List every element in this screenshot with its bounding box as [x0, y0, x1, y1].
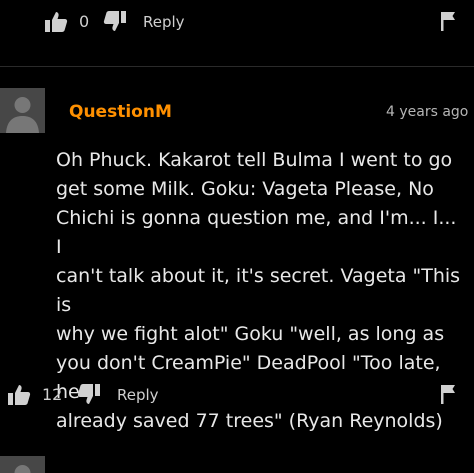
comment-line: already saved 77 trees" (Ryan Reynolds): [56, 410, 443, 432]
comment-line: can't talk about it, it's secret. Vageta…: [56, 265, 461, 316]
thumbs-up-icon[interactable]: [7, 384, 31, 406]
thumbs-up-icon[interactable]: [44, 11, 68, 33]
comment-line: you don't CreamPie" DeadPool "Too late, …: [56, 352, 441, 403]
flag-icon[interactable]: [440, 384, 456, 404]
avatar-placeholder-icon: [0, 88, 45, 133]
comment-line: why we fight alot" Goku "well, as long a…: [56, 323, 445, 345]
comment-username[interactable]: QuestionM: [69, 102, 172, 122]
comment-line: get some Milk. Goku: Vageta Please, No: [56, 178, 434, 200]
next-comment-avatar[interactable]: [0, 456, 45, 473]
like-count: 0: [79, 12, 90, 31]
avatar[interactable]: [0, 88, 45, 133]
avatar-placeholder-icon: [0, 456, 45, 473]
reply-button[interactable]: Reply: [143, 13, 185, 31]
flag-icon[interactable]: [440, 11, 456, 31]
comment-divider: [0, 66, 474, 67]
reply-button[interactable]: Reply: [117, 386, 159, 404]
comment-timestamp: 4 years ago: [386, 104, 469, 120]
thumbs-down-icon[interactable]: [77, 383, 101, 405]
previous-comment-actions: 0 Reply: [0, 0, 474, 44]
comment-line: Chichi is gonna question me, and I'm... …: [56, 207, 457, 258]
thumbs-down-icon[interactable]: [103, 10, 127, 32]
comment-line: Oh Phuck. Kakarot tell Bulma I went to g…: [56, 149, 453, 171]
like-count: 12: [42, 385, 63, 404]
